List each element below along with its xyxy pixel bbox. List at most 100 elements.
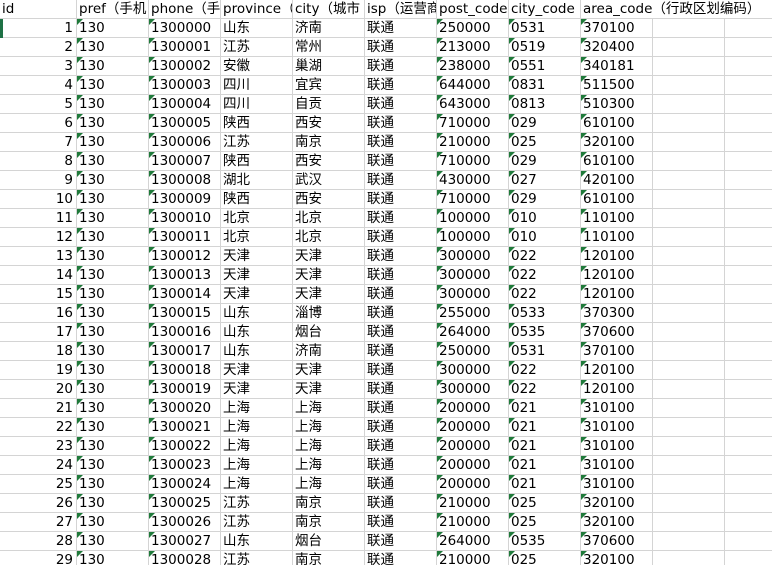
cell-pref[interactable]: 130 bbox=[77, 285, 149, 304]
cell-city[interactable]: 南京 bbox=[293, 551, 365, 565]
cell-id[interactable]: 19 bbox=[0, 361, 77, 380]
cell-post_code[interactable]: 255000 bbox=[437, 304, 509, 323]
column-header-pref[interactable]: pref（手机 bbox=[77, 0, 149, 19]
cell-phone[interactable]: 1300001 bbox=[149, 38, 221, 57]
cell-city_code[interactable]: 0531 bbox=[509, 19, 581, 38]
cell-extra1[interactable] bbox=[653, 418, 725, 437]
table-row[interactable]: 28 130 1300027 山东 烟台 联通 264000 0535 370600 bbox=[0, 532, 772, 551]
cell-pref[interactable]: 130 bbox=[77, 456, 149, 475]
cell-post_code[interactable]: 710000 bbox=[437, 114, 509, 133]
cell-province[interactable]: 上海 bbox=[221, 456, 293, 475]
cell-city_code[interactable]: 021 bbox=[509, 437, 581, 456]
cell-extra2[interactable] bbox=[725, 475, 772, 494]
cell-pref[interactable]: 130 bbox=[77, 19, 149, 38]
cell-area_code[interactable]: 120100 bbox=[581, 361, 653, 380]
cell-extra1[interactable] bbox=[653, 133, 725, 152]
cell-city[interactable]: 上海 bbox=[293, 399, 365, 418]
cell-province[interactable]: 天津 bbox=[221, 380, 293, 399]
cell-province[interactable]: 上海 bbox=[221, 437, 293, 456]
cell-extra1[interactable] bbox=[653, 171, 725, 190]
cell-post_code[interactable]: 100000 bbox=[437, 209, 509, 228]
cell-phone[interactable]: 1300007 bbox=[149, 152, 221, 171]
table-row[interactable]: 10 130 1300009 陕西 西安 联通 710000 029 610100 bbox=[0, 190, 772, 209]
column-header-isp[interactable]: isp（运营商 bbox=[365, 0, 437, 19]
cell-id[interactable]: 22 bbox=[0, 418, 77, 437]
cell-extra1[interactable] bbox=[653, 475, 725, 494]
cell-province[interactable]: 山东 bbox=[221, 19, 293, 38]
cell-area_code[interactable]: 320100 bbox=[581, 494, 653, 513]
cell-pref[interactable]: 130 bbox=[77, 38, 149, 57]
cell-phone[interactable]: 1300010 bbox=[149, 209, 221, 228]
column-header-province[interactable]: province（ bbox=[221, 0, 293, 19]
cell-area_code[interactable]: 511500 bbox=[581, 76, 653, 95]
cell-id[interactable]: 2 bbox=[0, 38, 77, 57]
cell-id[interactable]: 26 bbox=[0, 494, 77, 513]
table-row[interactable]: 3 130 1300002 安徽 巢湖 联通 238000 0551 340181 bbox=[0, 57, 772, 76]
cell-pref[interactable]: 130 bbox=[77, 494, 149, 513]
cell-city[interactable]: 南京 bbox=[293, 494, 365, 513]
cell-id[interactable]: 23 bbox=[0, 437, 77, 456]
cell-city_code[interactable]: 022 bbox=[509, 285, 581, 304]
cell-area_code[interactable]: 370600 bbox=[581, 323, 653, 342]
cell-id[interactable]: 14 bbox=[0, 266, 77, 285]
cell-extra1[interactable] bbox=[653, 551, 725, 565]
cell-post_code[interactable]: 210000 bbox=[437, 513, 509, 532]
cell-city_code[interactable]: 025 bbox=[509, 513, 581, 532]
column-header-post_code[interactable]: post_code bbox=[437, 0, 509, 19]
cell-extra1[interactable] bbox=[653, 228, 725, 247]
cell-extra1[interactable] bbox=[653, 399, 725, 418]
table-row[interactable]: 1 130 1300000 山东 济南 联通 250000 0531 370100 bbox=[0, 19, 772, 38]
table-row[interactable]: 25 130 1300024 上海 上海 联通 200000 021 310100 bbox=[0, 475, 772, 494]
cell-city_code[interactable]: 0535 bbox=[509, 532, 581, 551]
cell-phone[interactable]: 1300022 bbox=[149, 437, 221, 456]
cell-extra2[interactable] bbox=[725, 38, 772, 57]
cell-area_code[interactable]: 340181 bbox=[581, 57, 653, 76]
table-row[interactable]: 20 130 1300019 天津 天津 联通 300000 022 120100 bbox=[0, 380, 772, 399]
cell-extra1[interactable] bbox=[653, 342, 725, 361]
column-header-city_code[interactable]: city_code（ bbox=[509, 0, 581, 19]
cell-city[interactable]: 西安 bbox=[293, 114, 365, 133]
cell-post_code[interactable]: 200000 bbox=[437, 437, 509, 456]
cell-isp[interactable]: 联通 bbox=[365, 285, 437, 304]
cell-extra1[interactable] bbox=[653, 361, 725, 380]
cell-post_code[interactable]: 200000 bbox=[437, 456, 509, 475]
cell-extra2[interactable] bbox=[725, 247, 772, 266]
spreadsheet-grid[interactable]: id pref（手机 phone（手 province（ city（城市 isp（运营商 p… bbox=[0, 0, 772, 565]
cell-extra1[interactable] bbox=[653, 19, 725, 38]
cell-city_code[interactable]: 021 bbox=[509, 475, 581, 494]
cell-isp[interactable]: 联通 bbox=[365, 152, 437, 171]
cell-pref[interactable]: 130 bbox=[77, 209, 149, 228]
cell-id[interactable]: 15 bbox=[0, 285, 77, 304]
cell-isp[interactable]: 联通 bbox=[365, 513, 437, 532]
cell-province[interactable]: 四川 bbox=[221, 95, 293, 114]
cell-extra2[interactable] bbox=[725, 380, 772, 399]
cell-city[interactable]: 南京 bbox=[293, 513, 365, 532]
cell-phone[interactable]: 1300004 bbox=[149, 95, 221, 114]
cell-extra1[interactable] bbox=[653, 114, 725, 133]
table-row[interactable]: 13 130 1300012 天津 天津 联通 300000 022 120100 bbox=[0, 247, 772, 266]
cell-id[interactable]: 25 bbox=[0, 475, 77, 494]
cell-city_code[interactable]: 022 bbox=[509, 247, 581, 266]
cell-province[interactable]: 上海 bbox=[221, 475, 293, 494]
cell-city[interactable]: 天津 bbox=[293, 285, 365, 304]
cell-extra2[interactable] bbox=[725, 494, 772, 513]
cell-province[interactable]: 江苏 bbox=[221, 551, 293, 565]
cell-province[interactable]: 江苏 bbox=[221, 513, 293, 532]
cell-phone[interactable]: 1300008 bbox=[149, 171, 221, 190]
cell-pref[interactable]: 130 bbox=[77, 228, 149, 247]
cell-extra2[interactable] bbox=[725, 19, 772, 38]
table-row[interactable]: 26 130 1300025 江苏 南京 联通 210000 025 320100 bbox=[0, 494, 772, 513]
cell-city[interactable]: 上海 bbox=[293, 475, 365, 494]
cell-isp[interactable]: 联通 bbox=[365, 247, 437, 266]
cell-city_code[interactable]: 0533 bbox=[509, 304, 581, 323]
cell-city[interactable]: 上海 bbox=[293, 437, 365, 456]
column-header-area_code[interactable]: area_code（行政区划编码） bbox=[581, 0, 772, 19]
cell-city_code[interactable]: 010 bbox=[509, 228, 581, 247]
cell-province[interactable]: 上海 bbox=[221, 418, 293, 437]
cell-post_code[interactable]: 200000 bbox=[437, 418, 509, 437]
cell-city_code[interactable]: 029 bbox=[509, 190, 581, 209]
cell-phone[interactable]: 1300025 bbox=[149, 494, 221, 513]
cell-phone[interactable]: 1300028 bbox=[149, 551, 221, 565]
cell-city_code[interactable]: 022 bbox=[509, 266, 581, 285]
cell-phone[interactable]: 1300012 bbox=[149, 247, 221, 266]
